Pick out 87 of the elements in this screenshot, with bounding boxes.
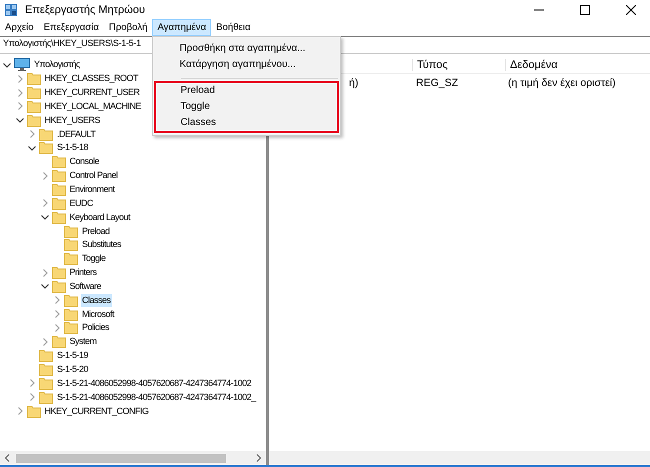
registry-app-icon xyxy=(4,2,18,16)
value-type: REG_SZ xyxy=(415,76,460,88)
menu-item[interactable]: Αγαπημένα xyxy=(152,19,212,36)
chevron-down-icon[interactable] xyxy=(40,282,48,290)
menu-entry[interactable]: Προσθήκη στα αγαπημένα... xyxy=(155,41,338,57)
folder-icon xyxy=(52,183,66,196)
menu-item[interactable]: Αρχείο xyxy=(0,19,39,36)
tree-item[interactable]: Software xyxy=(68,280,102,293)
folder-icon xyxy=(64,294,78,307)
maximize-icon[interactable] xyxy=(580,4,590,14)
tree-item[interactable]: HKEY_CLASSES_ROOT xyxy=(44,72,140,86)
chevron-right-icon[interactable] xyxy=(52,296,62,304)
folder-icon xyxy=(39,390,53,404)
value-data: (η τιμή δεν έχει οριστεί) xyxy=(507,76,617,88)
folder-icon xyxy=(52,210,66,224)
tree-item[interactable]: Keyboard Layout xyxy=(68,210,132,224)
close-icon[interactable] xyxy=(626,4,636,14)
folder-icon xyxy=(64,252,78,266)
tree-item[interactable]: S-1-5-20 xyxy=(56,362,90,376)
tree-item[interactable]: Preload xyxy=(81,224,111,238)
menu-item[interactable]: Βοήθεια xyxy=(211,19,256,36)
tree-item[interactable]: Environment xyxy=(68,183,116,196)
folder-icon xyxy=(26,114,40,127)
tree-item[interactable]: S-1-5-18 xyxy=(56,141,90,154)
folder-icon xyxy=(26,100,40,113)
chevron-down-icon[interactable] xyxy=(40,213,48,222)
folder-icon xyxy=(39,128,53,141)
tree-item[interactable]: HKEY_LOCAL_MACHINE xyxy=(44,100,142,113)
folder-icon xyxy=(39,362,53,376)
folder-icon xyxy=(52,169,66,182)
tree-item[interactable]: S-1-5-21-4086052998-4057620687-4247364774-1002_ xyxy=(56,390,257,404)
tree-item[interactable]: Policies xyxy=(81,321,110,334)
menu-entry[interactable]: Preload xyxy=(156,83,338,99)
tree-item[interactable]: Toggle xyxy=(81,252,107,266)
column-header[interactable]: Τύπος xyxy=(412,58,505,70)
scrollbar-thumb[interactable] xyxy=(16,454,226,462)
menu-entry[interactable]: Classes xyxy=(156,115,338,131)
folder-icon xyxy=(52,335,66,348)
chevron-right-icon[interactable] xyxy=(52,310,62,318)
folder-icon xyxy=(39,349,53,362)
tree-item[interactable]: Control Panel xyxy=(68,169,119,182)
tree-item[interactable]: S-1-5-19 xyxy=(56,349,90,362)
tree-item[interactable]: Console xyxy=(68,155,100,168)
folder-icon xyxy=(64,321,78,334)
tree-item[interactable]: HKEY_USERS xyxy=(44,114,102,127)
folder-icon xyxy=(26,86,40,100)
folder-icon xyxy=(52,280,66,293)
folder-icon xyxy=(52,155,66,168)
folder-icon xyxy=(64,224,78,238)
chevron-right-icon[interactable] xyxy=(27,130,37,138)
window-title: Επεξεργαστής Μητρώου xyxy=(25,4,145,16)
folder-icon xyxy=(39,376,53,390)
tree-item[interactable]: Microsoft xyxy=(81,308,116,321)
menu-entry[interactable]: Toggle xyxy=(156,99,338,115)
scroll-left-icon[interactable] xyxy=(4,454,10,462)
tree-item[interactable]: EUDC xyxy=(68,196,94,210)
horizontal-scrollbar[interactable] xyxy=(0,451,266,465)
tree-item[interactable]: HKEY_CURRENT_USER xyxy=(44,86,141,100)
tree-item[interactable]: Substitutes xyxy=(81,238,122,252)
folder-icon xyxy=(52,196,66,210)
menu-item[interactable]: Επεξεργασία xyxy=(38,19,104,36)
folder-icon xyxy=(64,308,78,321)
folder-icon xyxy=(26,404,40,418)
folder-icon xyxy=(39,141,53,154)
menu-item[interactable]: Προβολή xyxy=(104,19,152,36)
tree-item[interactable]: Printers xyxy=(68,266,98,280)
value-name: ή) xyxy=(349,76,358,88)
scroll-right-icon[interactable] xyxy=(256,454,262,462)
tree-item[interactable]: S-1-5-21-4086052998-4057620687-4247364774-1002 xyxy=(56,376,252,390)
folder-icon xyxy=(64,238,78,252)
tree-item[interactable]: .DEFAULT xyxy=(56,128,96,141)
computer-icon xyxy=(14,58,30,72)
menu-entry[interactable]: Κατάργηση αγαπημένου... xyxy=(155,57,338,73)
chevron-right-icon[interactable] xyxy=(52,324,62,332)
chevron-down-icon[interactable] xyxy=(16,116,24,124)
chevron-right-icon[interactable] xyxy=(27,379,37,388)
column-header[interactable]: Δεδομένα xyxy=(505,58,650,70)
chevron-right-icon[interactable] xyxy=(27,393,37,402)
tree-item[interactable]: Υπολογιστής xyxy=(33,58,81,72)
chevron-down-icon[interactable] xyxy=(28,144,36,152)
chevron-down-icon[interactable] xyxy=(3,60,11,69)
folder-icon xyxy=(26,72,40,86)
tree-item[interactable]: Classes xyxy=(81,294,112,307)
tree-item[interactable]: System xyxy=(68,335,98,348)
folder-icon xyxy=(52,266,66,280)
tree-item[interactable]: HKEY_CURRENT_CONFIG xyxy=(44,404,150,418)
horizontal-scrollbar[interactable] xyxy=(269,451,650,465)
